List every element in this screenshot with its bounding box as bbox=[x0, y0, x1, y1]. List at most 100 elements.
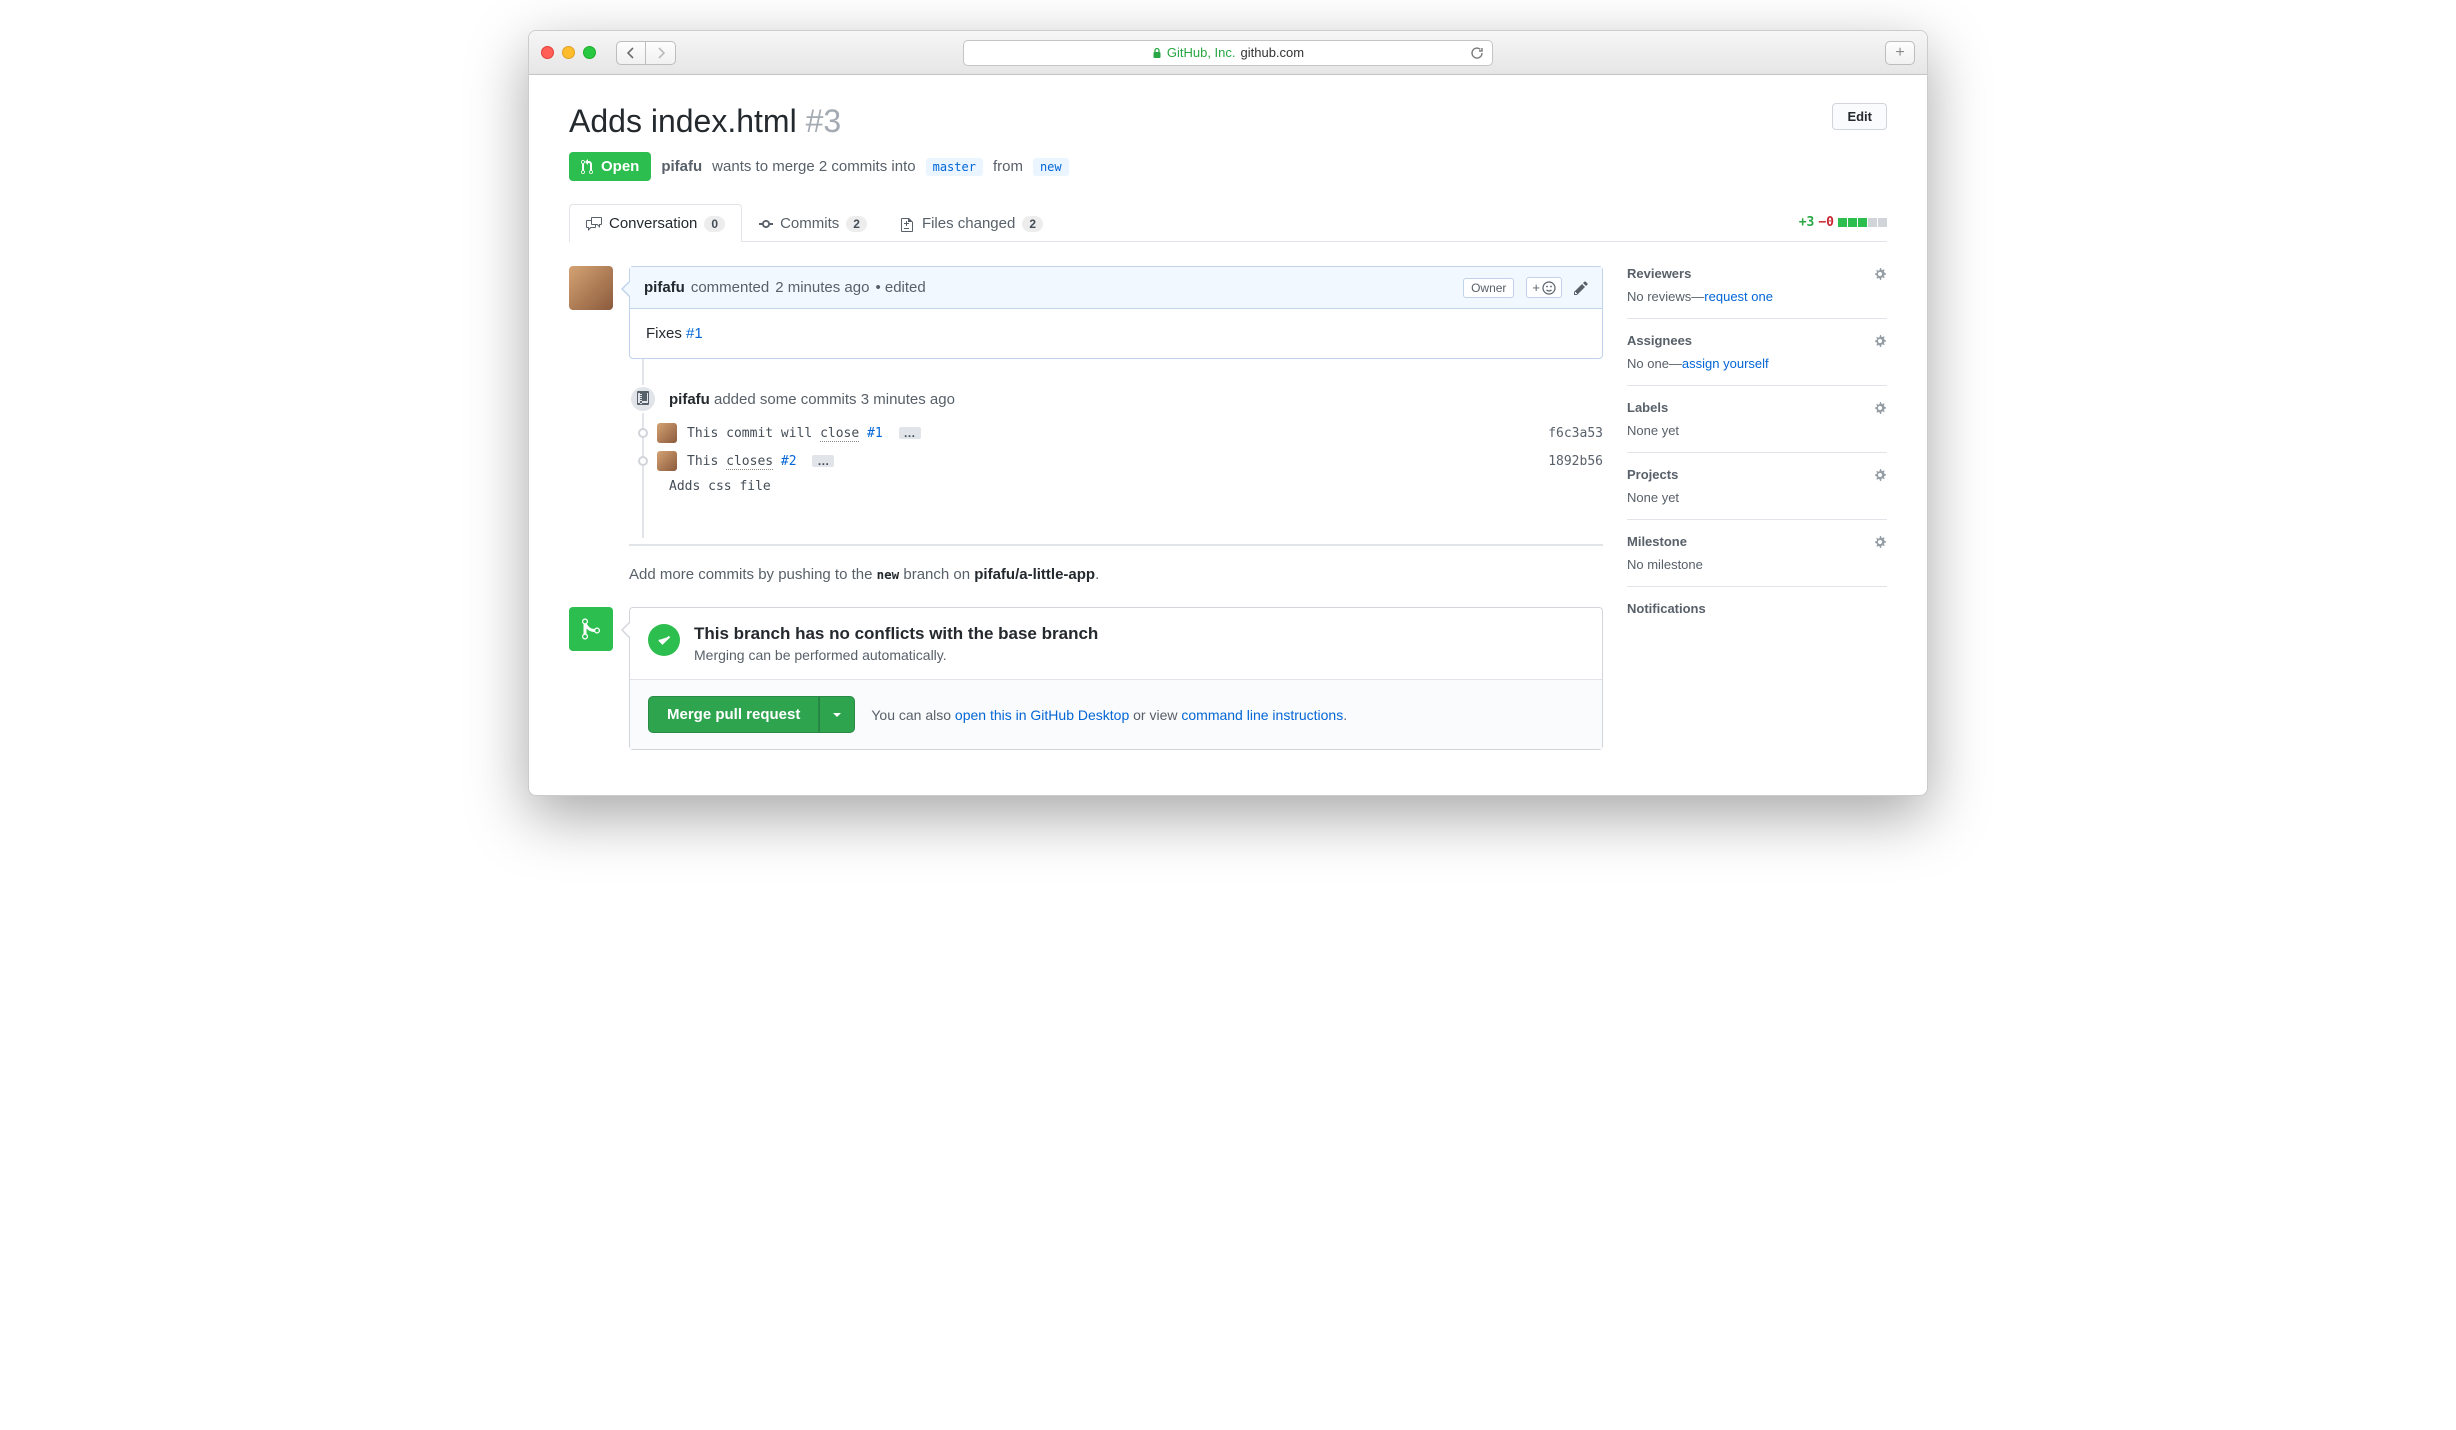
tab-commits[interactable]: Commits 2 bbox=[742, 204, 884, 242]
lock-icon bbox=[1152, 47, 1162, 59]
cli-instructions-link[interactable]: command line instructions bbox=[1181, 707, 1343, 723]
address-domain: github.com bbox=[1241, 45, 1305, 60]
smiley-icon bbox=[1542, 281, 1556, 295]
sidebar-assignees: Assignees No one—assign yourself bbox=[1627, 333, 1887, 386]
open-desktop-link[interactable]: open this in GitHub Desktop bbox=[955, 707, 1129, 723]
merge-text-2: from bbox=[993, 158, 1023, 175]
merge-hint-mid: or view bbox=[1129, 707, 1181, 723]
merge-text-1: wants to merge 2 commits into bbox=[712, 158, 915, 175]
expand-button[interactable]: … bbox=[899, 427, 921, 439]
avatar[interactable] bbox=[657, 423, 677, 443]
tab-files-count: 2 bbox=[1022, 216, 1043, 232]
request-review-link[interactable]: request one bbox=[1704, 289, 1773, 304]
edit-comment-button[interactable] bbox=[1574, 280, 1588, 296]
git-commit-icon bbox=[759, 216, 773, 232]
milestone-body: No milestone bbox=[1627, 557, 1887, 572]
pr-tabs: Conversation 0 Commits 2 Files changed 2… bbox=[569, 203, 1887, 242]
diffstat: +3 −0 bbox=[1799, 215, 1887, 230]
new-tab-button[interactable]: + bbox=[1885, 41, 1915, 65]
timeline-group: pifafu added some commits 3 minutes ago … bbox=[629, 379, 1603, 498]
gear-icon[interactable] bbox=[1873, 334, 1887, 348]
comment-body-text: Fixes bbox=[646, 325, 686, 342]
sidebar-milestone: Milestone No milestone bbox=[1627, 534, 1887, 587]
state-badge: Open bbox=[569, 152, 651, 181]
sidebar-body: No reviews—request one bbox=[1627, 289, 1887, 304]
push-hint-mid: branch on bbox=[899, 566, 974, 583]
push-time[interactable]: 3 minutes ago bbox=[861, 391, 955, 408]
sidebar-head[interactable]: Assignees bbox=[1627, 333, 1887, 348]
gear-icon[interactable] bbox=[1873, 535, 1887, 549]
sidebar-notifications: Notifications bbox=[1627, 601, 1887, 630]
head-branch[interactable]: new bbox=[1033, 158, 1069, 176]
gear-icon[interactable] bbox=[1873, 267, 1887, 281]
sidebar-head[interactable]: Labels bbox=[1627, 400, 1887, 415]
gear-icon[interactable] bbox=[1873, 468, 1887, 482]
edit-button[interactable]: Edit bbox=[1832, 103, 1887, 130]
add-reaction-button[interactable]: + bbox=[1526, 277, 1562, 298]
address-bar[interactable]: GitHub, Inc. github.com bbox=[963, 40, 1493, 66]
tab-conversation-label: Conversation bbox=[609, 215, 697, 232]
sidebar-head[interactable]: Projects bbox=[1627, 467, 1887, 482]
base-branch[interactable]: master bbox=[926, 158, 983, 176]
merge-subtitle: Merging can be performed automatically. bbox=[694, 647, 1098, 663]
commit-dot-icon bbox=[638, 456, 648, 466]
comment-edited: • edited bbox=[875, 279, 925, 296]
tab-conversation[interactable]: Conversation 0 bbox=[569, 204, 742, 242]
merge-action: Merge pull request You can also open thi… bbox=[630, 679, 1602, 749]
close-icon[interactable] bbox=[541, 46, 554, 59]
back-button[interactable] bbox=[616, 41, 646, 65]
sidebar-head[interactable]: Milestone bbox=[1627, 534, 1887, 549]
issue-link[interactable]: #1 bbox=[686, 325, 703, 342]
forward-button[interactable] bbox=[646, 41, 676, 65]
diff-block-green bbox=[1848, 218, 1857, 227]
sidebar-head[interactable]: Notifications bbox=[1627, 601, 1887, 616]
tab-files[interactable]: Files changed 2 bbox=[884, 204, 1060, 242]
commit-row: This commit will close #1 … f6c3a53 bbox=[629, 419, 1603, 447]
merge-hint-prefix: You can also bbox=[871, 707, 955, 723]
merge-button[interactable]: Merge pull request bbox=[648, 696, 819, 733]
sidebar-title: Milestone bbox=[1627, 534, 1687, 549]
commit-message[interactable]: This closes #2 … bbox=[687, 454, 1548, 469]
sidebar-title: Notifications bbox=[1627, 601, 1706, 616]
sidebar-title: Reviewers bbox=[1627, 266, 1691, 281]
assign-self-link[interactable]: assign yourself bbox=[1682, 356, 1769, 371]
expand-button[interactable]: … bbox=[812, 455, 834, 467]
commit-message[interactable]: This commit will close #1 … bbox=[687, 426, 1548, 441]
comment-time[interactable]: 2 minutes ago bbox=[775, 279, 869, 296]
pr-author[interactable]: pifafu bbox=[661, 158, 702, 175]
commit-sha[interactable]: 1892b56 bbox=[1548, 454, 1603, 469]
main-layout: pifafu commented 2 minutes ago • edited … bbox=[569, 266, 1887, 750]
tab-commits-count: 2 bbox=[846, 216, 867, 232]
comment-author[interactable]: pifafu bbox=[644, 279, 685, 296]
push-hint-repo[interactable]: pifafu/a-little-app bbox=[974, 566, 1095, 583]
commit-row: This closes #2 … 1892b56 bbox=[629, 447, 1603, 475]
zoom-icon[interactable] bbox=[583, 46, 596, 59]
sidebar-body: No one—assign yourself bbox=[1627, 356, 1887, 371]
avatar[interactable] bbox=[569, 266, 613, 310]
gear-icon[interactable] bbox=[1873, 401, 1887, 415]
avatar[interactable] bbox=[657, 451, 677, 471]
comment-actions: Owner + bbox=[1463, 277, 1588, 298]
push-hint: Add more commits by pushing to the new b… bbox=[629, 544, 1603, 583]
check-icon bbox=[648, 624, 680, 656]
diff-block-neutral bbox=[1868, 218, 1877, 227]
refresh-icon[interactable] bbox=[1470, 46, 1484, 60]
titlebar: GitHub, Inc. github.com + bbox=[529, 31, 1927, 75]
merge-dropdown-button[interactable] bbox=[819, 696, 855, 733]
sidebar-head[interactable]: Reviewers bbox=[1627, 266, 1887, 281]
owner-badge: Owner bbox=[1463, 278, 1514, 298]
push-author[interactable]: pifafu bbox=[669, 391, 710, 408]
merge-hint: You can also open this in GitHub Desktop… bbox=[871, 707, 1347, 723]
issue-link[interactable]: #1 bbox=[859, 426, 882, 441]
diff-block-neutral bbox=[1878, 218, 1887, 227]
sidebar-projects: Projects None yet bbox=[1627, 467, 1887, 520]
git-pull-request-icon bbox=[581, 159, 595, 175]
pencil-icon bbox=[1574, 280, 1588, 296]
minimize-icon[interactable] bbox=[562, 46, 575, 59]
issue-link[interactable]: #2 bbox=[773, 454, 796, 469]
state-label: Open bbox=[601, 158, 639, 175]
repo-push-icon bbox=[629, 385, 657, 413]
reviewers-text: No reviews— bbox=[1627, 289, 1704, 304]
commit-sha[interactable]: f6c3a53 bbox=[1548, 426, 1603, 441]
comment-action: commented bbox=[691, 279, 769, 296]
